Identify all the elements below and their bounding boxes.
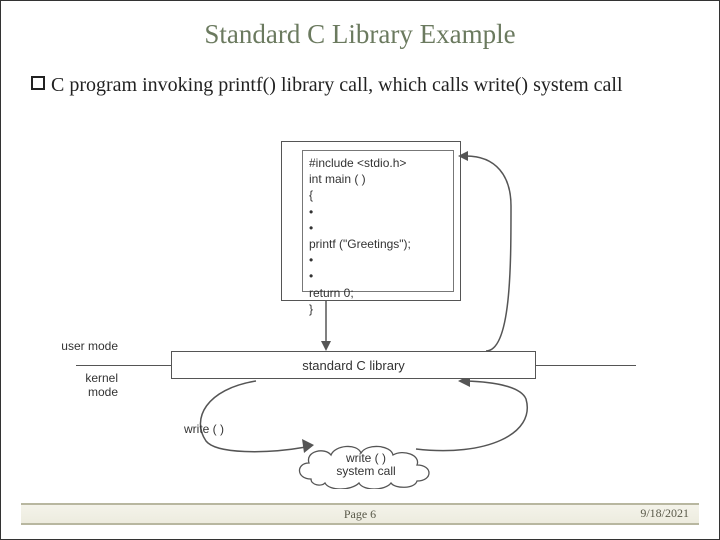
code-line: • xyxy=(309,252,447,268)
slide: Standard C Library Example C program inv… xyxy=(0,0,720,540)
diagram: #include <stdio.h> int main ( ) { • • pr… xyxy=(76,141,636,491)
code-line: #include <stdio.h> xyxy=(309,155,447,171)
arrow-down-icon xyxy=(316,301,336,351)
code-inner: #include <stdio.h> int main ( ) { • • pr… xyxy=(302,150,454,292)
user-mode-label: user mode xyxy=(58,339,118,353)
cloud-line2: system call xyxy=(336,465,395,478)
code-box: #include <stdio.h> int main ( ) { • • pr… xyxy=(281,141,461,301)
arrow-up-return-icon xyxy=(456,146,516,356)
code-line: { xyxy=(309,187,447,203)
mode-divider-left xyxy=(76,365,171,366)
code-line: printf ("Greetings"); xyxy=(309,236,447,252)
kernel-mode-label: kernel mode xyxy=(58,371,118,399)
write-label: write ( ) xyxy=(184,422,224,436)
bullet-row: C program invoking printf() library call… xyxy=(31,72,689,98)
bullet-text: C program invoking printf() library call… xyxy=(51,72,623,98)
syscall-cloud: write ( ) system call xyxy=(291,441,441,489)
cloud-text: write ( ) system call xyxy=(291,441,441,489)
date-label: 9/18/2021 xyxy=(640,506,689,521)
mode-divider-right xyxy=(536,365,636,366)
code-line: • xyxy=(309,204,447,220)
bullet-square-icon xyxy=(31,76,45,90)
code-line: • xyxy=(309,268,447,284)
code-line: • xyxy=(309,220,447,236)
page-number: Page 6 xyxy=(344,507,376,522)
code-line: return 0; xyxy=(309,285,447,301)
std-c-library-box: standard C library xyxy=(171,351,536,379)
slide-title: Standard C Library Example xyxy=(1,19,719,50)
code-line: int main ( ) xyxy=(309,171,447,187)
footer-bar: Page 6 xyxy=(21,503,699,525)
